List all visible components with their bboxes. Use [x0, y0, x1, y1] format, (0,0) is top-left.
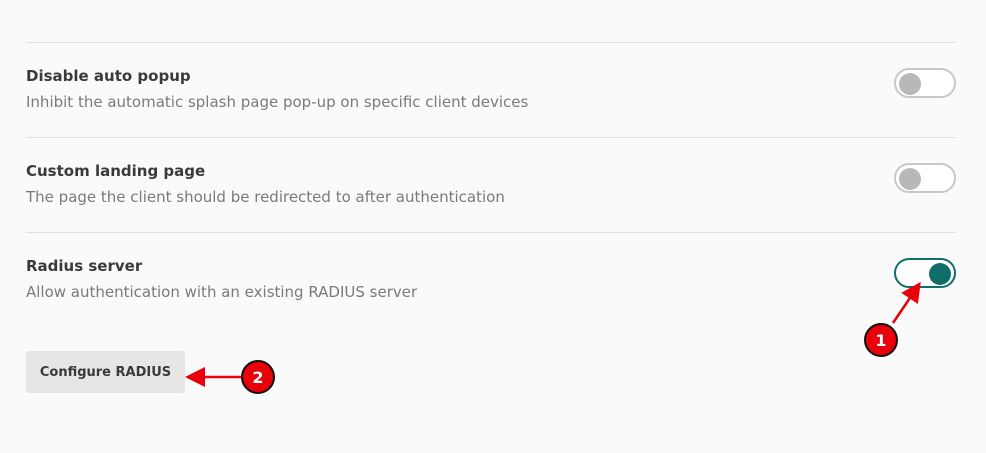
setting-description: Inhibit the automatic splash page pop-up…: [26, 93, 529, 111]
toggle-knob: [899, 168, 921, 190]
setting-disable-auto-popup: Disable auto popup Inhibit the automatic…: [26, 67, 956, 117]
disable-auto-popup-toggle[interactable]: [894, 68, 956, 98]
toggle-knob: [929, 263, 951, 285]
setting-radius-server: Radius server Allow authentication with …: [26, 257, 956, 307]
setting-description: The page the client should be redirected…: [26, 188, 505, 206]
radius-server-toggle[interactable]: [894, 258, 956, 288]
configure-radius-button[interactable]: Configure RADIUS: [26, 351, 185, 393]
setting-custom-landing-page: Custom landing page The page the client …: [26, 162, 956, 212]
divider: [26, 232, 956, 233]
setting-title: Radius server: [26, 257, 143, 275]
annotation-marker-2: 2: [241, 360, 275, 394]
setting-title: Custom landing page: [26, 162, 206, 180]
divider: [26, 137, 956, 138]
captive-portal-settings-page: Disable auto popup Inhibit the automatic…: [0, 0, 986, 453]
setting-description: Allow authentication with an existing RA…: [26, 283, 418, 301]
toggle-knob: [899, 73, 921, 95]
setting-title: Disable auto popup: [26, 67, 191, 85]
annotation-marker-1: 1: [864, 323, 898, 357]
divider: [26, 42, 956, 43]
custom-landing-page-toggle[interactable]: [894, 163, 956, 193]
